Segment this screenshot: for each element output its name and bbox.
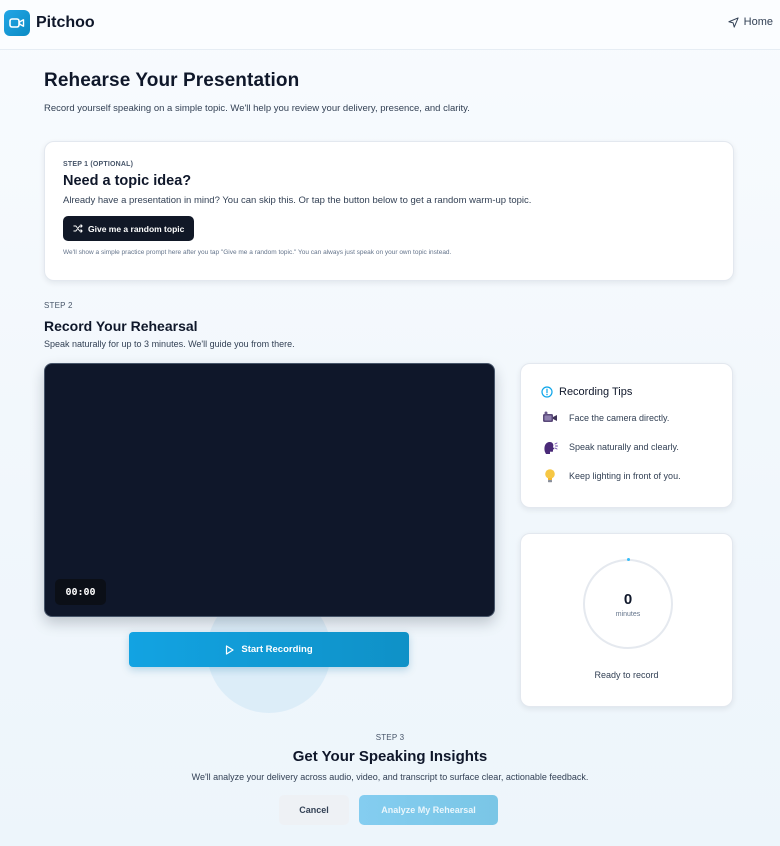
recording-tips-title: Recording Tips (559, 386, 633, 398)
brand[interactable]: Pitchoo (4, 10, 95, 36)
page-title: Rehearse Your Presentation (44, 70, 300, 91)
progress-indicator-dot (627, 558, 630, 561)
tip-item: Speak naturally and clearly. (541, 438, 712, 456)
page-subtitle: Record yourself speaking on a simple top… (44, 103, 470, 114)
video-camera-icon (4, 10, 30, 36)
tip-text: Keep lighting in front of you. (569, 471, 681, 481)
play-icon (226, 644, 234, 655)
random-topic-button-label: Give me a random topic (88, 223, 185, 234)
recording-tips-card: Recording Tips Face the camera directly.… (520, 363, 733, 508)
step3-title: Get Your Speaking Insights (292, 748, 488, 765)
duration-unit: minutes (615, 610, 641, 618)
video-camera-emoji-icon (541, 409, 559, 427)
recording-tips-header: Recording Tips (541, 386, 712, 398)
tip-item: Keep lighting in front of you. (541, 467, 712, 485)
cancel-button[interactable]: Cancel (279, 795, 349, 825)
step1-eyebrow: STEP 1 (OPTIONAL) (63, 161, 134, 168)
home-link-label: Home (743, 16, 773, 28)
app-name: Pitchoo (36, 14, 95, 31)
recording-timer: 00:00 (55, 579, 106, 605)
step2-description: Speak naturally for up to 3 minutes. We'… (44, 339, 295, 349)
video-preview: 00:00 (44, 363, 495, 617)
random-topic-button[interactable]: Give me a random topic (63, 216, 195, 241)
step3-description: We'll analyze your delivery across audio… (191, 772, 589, 782)
top-navbar: Pitchoo Home (0, 0, 780, 50)
step2-header: STEP 2 Record Your Rehearsal Speak natur… (44, 301, 295, 349)
tip-item: Face the camera directly. (541, 409, 712, 427)
topic-idea-card: STEP 1 (OPTIONAL) Need a topic idea? Alr… (44, 141, 734, 281)
shuffle-icon (73, 224, 83, 233)
duration-progress-ring: 0 minutes (583, 558, 673, 649)
home-link[interactable]: Home (728, 16, 773, 28)
step2-eyebrow: STEP 2 (44, 301, 73, 310)
step1-title: Need a topic idea? (63, 173, 192, 189)
navigation-arrow-icon (728, 16, 739, 28)
start-recording-button[interactable]: Start Recording (129, 632, 409, 667)
step1-note: We'll show a simple practice prompt here… (63, 249, 452, 256)
step3-eyebrow: STEP 3 (375, 733, 405, 742)
recording-status: Ready to record (594, 670, 659, 680)
duration-meter-card: 0 minutes Ready to record (520, 533, 733, 707)
start-recording-label: Start Recording (241, 644, 313, 655)
info-icon (541, 386, 553, 398)
speaking-head-icon (541, 438, 559, 456)
step2-title: Record Your Rehearsal (44, 318, 198, 334)
analyze-rehearsal-button[interactable]: Analyze My Rehearsal (359, 795, 498, 825)
light-bulb-icon (541, 467, 559, 485)
step1-description: Already have a presentation in mind? You… (63, 195, 532, 206)
duration-value: 0 (623, 590, 633, 608)
tip-text: Speak naturally and clearly. (569, 442, 679, 452)
page-header: Rehearse Your Presentation Record yourse… (44, 70, 470, 114)
tip-text: Face the camera directly. (569, 413, 670, 423)
step3-section: STEP 3 Get Your Speaking Insights We'll … (0, 733, 780, 782)
